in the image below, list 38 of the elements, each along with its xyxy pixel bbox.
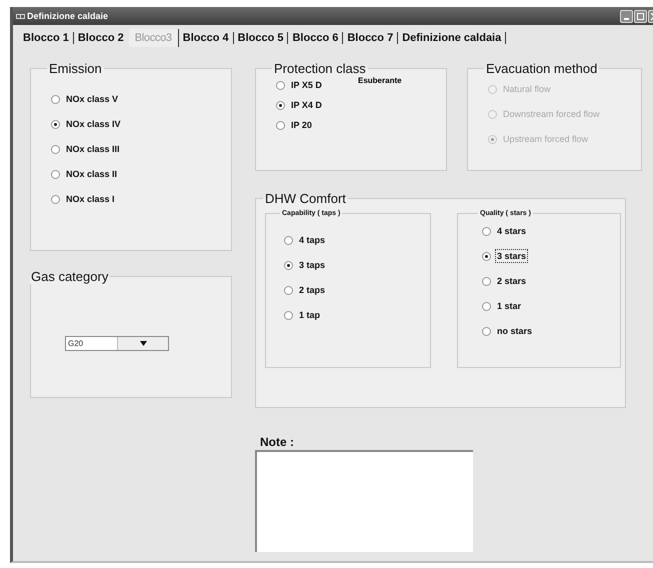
radio-option[interactable]: 2 stars	[480, 274, 530, 288]
tab[interactable]: Blocco 1	[19, 32, 74, 44]
radio-option[interactable]: NOx class I	[49, 192, 118, 206]
app-icon	[16, 12, 25, 20]
radio-option[interactable]: 4 stars	[480, 224, 530, 238]
tab[interactable]: Blocco 6	[288, 32, 344, 44]
radio-option[interactable]: NOx class IV	[49, 117, 124, 131]
group-title: Protection class	[273, 61, 367, 76]
tab[interactable]: Blocco 2	[74, 32, 129, 44]
minimize-button[interactable]	[620, 10, 633, 22]
tab[interactable]: Definizione caldaia	[398, 32, 506, 44]
note-label: Note :	[260, 435, 295, 449]
gas-category-dropdown[interactable]: G20	[65, 336, 169, 351]
tab[interactable]: Blocco 7	[343, 32, 398, 44]
note-field[interactable]	[255, 450, 473, 552]
remark-text: Esuberante	[358, 76, 402, 85]
radio-option[interactable]: IP X4 D	[274, 98, 325, 112]
radio-option[interactable]: 1 tap	[282, 308, 324, 322]
group-title: Emission	[48, 61, 103, 76]
radio-option[interactable]: NOx class III	[49, 142, 123, 156]
tab[interactable]: Blocco 4	[178, 32, 234, 44]
group-title: Evacuation method	[485, 61, 598, 76]
radio-option[interactable]: IP X5 D	[274, 78, 325, 92]
radio-option[interactable]: NOx class II	[49, 167, 120, 181]
radio-option[interactable]: no stars	[480, 324, 536, 338]
window-title: Definizione caldaie	[27, 11, 110, 21]
radio-option[interactable]: 1 star	[480, 299, 524, 313]
maximize-button[interactable]	[634, 10, 647, 22]
group-title: DHW Comfort	[264, 191, 347, 206]
radio-option[interactable]: 3 stars	[480, 249, 530, 263]
radio-option[interactable]: 4 taps	[282, 233, 328, 247]
radio-option[interactable]: 2 taps	[282, 283, 328, 297]
tab[interactable]: Blocco 5	[234, 32, 288, 44]
maximize-icon	[637, 12, 644, 20]
radio-option[interactable]: NOx class V	[49, 92, 122, 106]
group-title: Gas category	[30, 269, 110, 284]
radio-option[interactable]: 3 taps	[282, 258, 328, 272]
radio-option[interactable]: IP 20	[274, 118, 315, 132]
